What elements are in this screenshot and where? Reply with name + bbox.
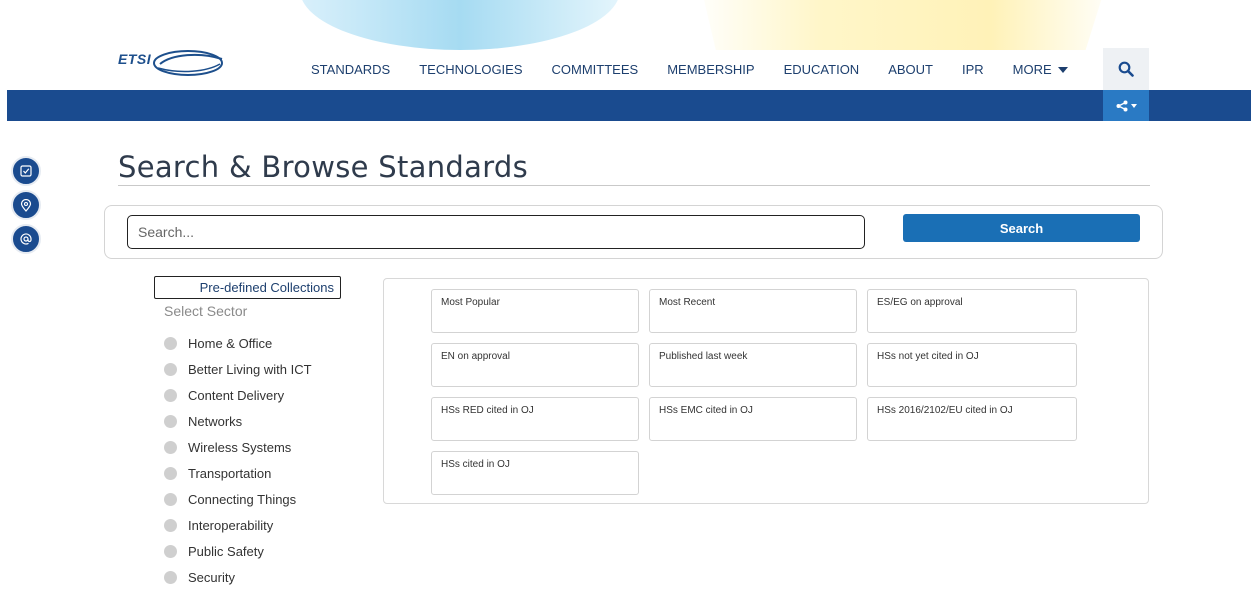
nav-about[interactable]: ABOUT: [888, 62, 933, 77]
sector-item-connecting-things[interactable]: Connecting Things: [164, 486, 312, 512]
sector-label: Wireless Systems: [188, 439, 292, 455]
search-icon: [1118, 61, 1134, 77]
title-divider: [118, 185, 1150, 186]
logo-swirl-icon: [153, 50, 223, 76]
collections-panel: Most Popular Most Recent ES/EG on approv…: [383, 278, 1149, 504]
predefined-collections-button[interactable]: Pre-defined Collections: [154, 276, 341, 299]
search-input[interactable]: [127, 215, 865, 249]
sector-item-security[interactable]: Security: [164, 564, 312, 590]
radio-dot[interactable]: [164, 518, 177, 532]
checklist-icon: [20, 165, 32, 177]
radio-dot[interactable]: [164, 362, 177, 376]
sector-label: Interoperability: [188, 517, 274, 533]
radio-dot[interactable]: [164, 336, 177, 350]
select-sector-heading: Select Sector: [164, 303, 248, 319]
nav-committees[interactable]: COMMITTEES: [552, 62, 639, 77]
collection-hss-not-cited[interactable]: HSs not yet cited in OJ: [867, 343, 1077, 387]
sector-label: Home & Office: [188, 335, 273, 351]
header-decoration-blue: [300, 0, 620, 50]
main-nav: STANDARDS TECHNOLOGIES COMMITTEES MEMBER…: [311, 62, 1097, 77]
sector-label: Transportation: [188, 465, 272, 481]
search-button[interactable]: Search: [903, 214, 1140, 242]
side-link-contact[interactable]: [11, 224, 41, 254]
header-decoration-yellow: [690, 0, 1120, 50]
etsi-logo[interactable]: ETSI: [118, 48, 230, 84]
chevron-down-icon: [1057, 66, 1068, 73]
collection-en-on-approval[interactable]: EN on approval: [431, 343, 639, 387]
search-panel: Search: [104, 205, 1163, 259]
side-link-checklist[interactable]: [11, 156, 41, 186]
sector-item-better-living[interactable]: Better Living with ICT: [164, 356, 312, 382]
radio-dot[interactable]: [164, 466, 177, 480]
sector-item-public-safety[interactable]: Public Safety: [164, 538, 312, 564]
sector-label: Content Delivery: [188, 387, 285, 403]
radio-dot[interactable]: [164, 440, 177, 454]
header-bluebar: [7, 90, 1251, 121]
share-icon: [1116, 100, 1127, 111]
nav-standards[interactable]: STANDARDS: [311, 62, 390, 77]
nav-more[interactable]: MORE: [1013, 62, 1068, 77]
at-sign-icon: [20, 233, 32, 245]
nav-education[interactable]: EDUCATION: [784, 62, 860, 77]
logo-text: ETSI: [118, 51, 152, 67]
sector-item-wireless-systems[interactable]: Wireless Systems: [164, 434, 312, 460]
sector-label: Better Living with ICT: [188, 361, 312, 377]
sector-label: Security: [188, 569, 235, 585]
sector-item-transportation[interactable]: Transportation: [164, 460, 312, 486]
collection-published-last-week[interactable]: Published last week: [649, 343, 857, 387]
nav-more-label: MORE: [1012, 62, 1052, 77]
collections-grid: Most Popular Most Recent ES/EG on approv…: [431, 289, 1077, 495]
chevron-down-icon: [1130, 103, 1137, 108]
radio-dot[interactable]: [164, 388, 177, 402]
sector-label: Public Safety: [188, 543, 264, 559]
sector-item-home-office[interactable]: Home & Office: [164, 330, 312, 356]
sector-item-networks[interactable]: Networks: [164, 408, 312, 434]
collection-hss-emc-cited[interactable]: HSs EMC cited in OJ: [649, 397, 857, 441]
header-search-button[interactable]: [1103, 48, 1149, 90]
share-button[interactable]: [1103, 90, 1149, 121]
collection-most-recent[interactable]: Most Recent: [649, 289, 857, 333]
radio-dot[interactable]: [164, 414, 177, 428]
radio-dot[interactable]: [164, 492, 177, 506]
nav-ipr[interactable]: IPR: [962, 62, 984, 77]
sector-label: Networks: [188, 413, 243, 429]
collection-most-popular[interactable]: Most Popular: [431, 289, 639, 333]
location-pin-icon: [20, 198, 32, 212]
sector-label: Connecting Things: [188, 491, 297, 507]
collection-hss-cited[interactable]: HSs cited in OJ: [431, 451, 639, 495]
radio-dot[interactable]: [164, 570, 177, 584]
collection-hss-red-cited[interactable]: HSs RED cited in OJ: [431, 397, 639, 441]
radio-dot[interactable]: [164, 544, 177, 558]
collection-es-eg-on-approval[interactable]: ES/EG on approval: [867, 289, 1077, 333]
nav-membership[interactable]: MEMBERSHIP: [667, 62, 754, 77]
sector-item-content-delivery[interactable]: Content Delivery: [164, 382, 312, 408]
sector-item-interoperability[interactable]: Interoperability: [164, 512, 312, 538]
sector-list: Home & Office Better Living with ICT Con…: [164, 330, 312, 590]
collection-hss-2016-2102-cited[interactable]: HSs 2016/2102/EU cited in OJ: [867, 397, 1077, 441]
side-quick-links: [11, 156, 41, 258]
side-link-location[interactable]: [11, 190, 41, 220]
nav-technologies[interactable]: TECHNOLOGIES: [419, 62, 522, 77]
page-title: Search & Browse Standards: [118, 150, 529, 184]
site-header: ETSI STANDARDS TECHNOLOGIES COMMITTEES M…: [0, 48, 1251, 90]
